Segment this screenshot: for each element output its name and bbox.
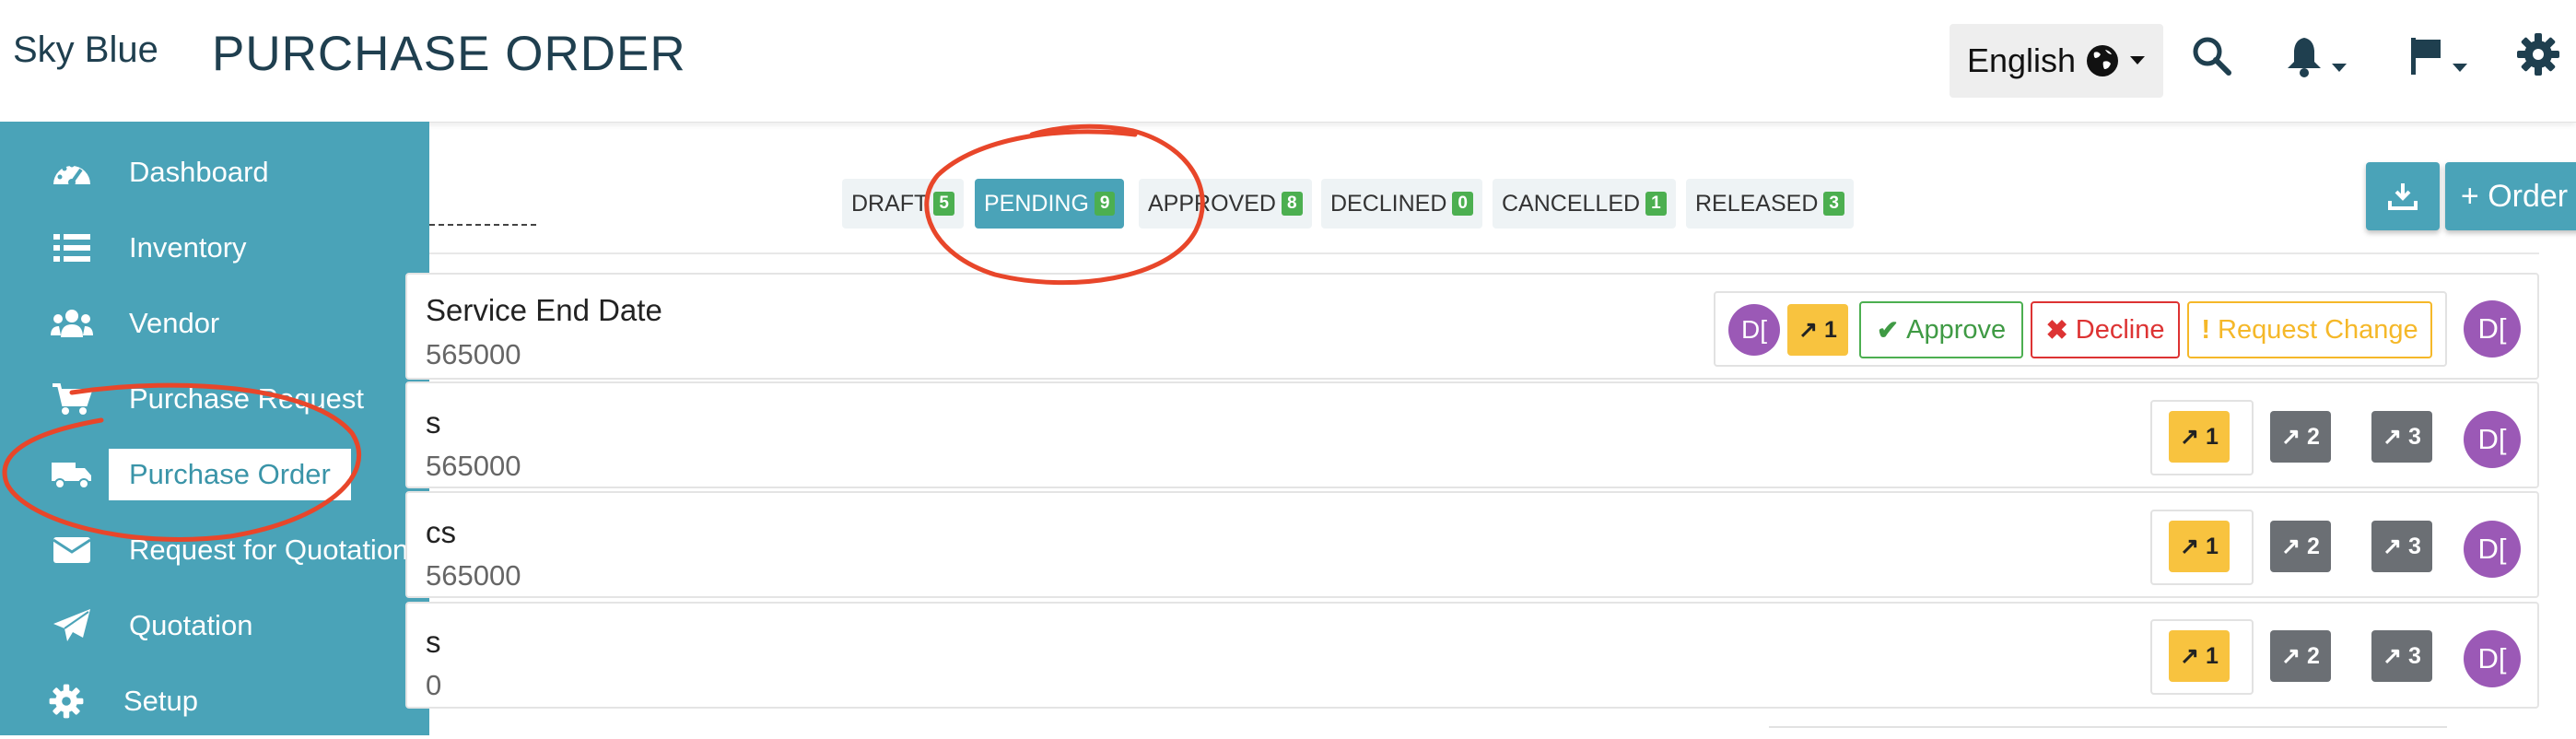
annotation-circle-pending-tab xyxy=(924,123,1205,286)
annotation-circle-purchase-order xyxy=(2,382,362,542)
annotation-overlay xyxy=(2,123,1205,542)
